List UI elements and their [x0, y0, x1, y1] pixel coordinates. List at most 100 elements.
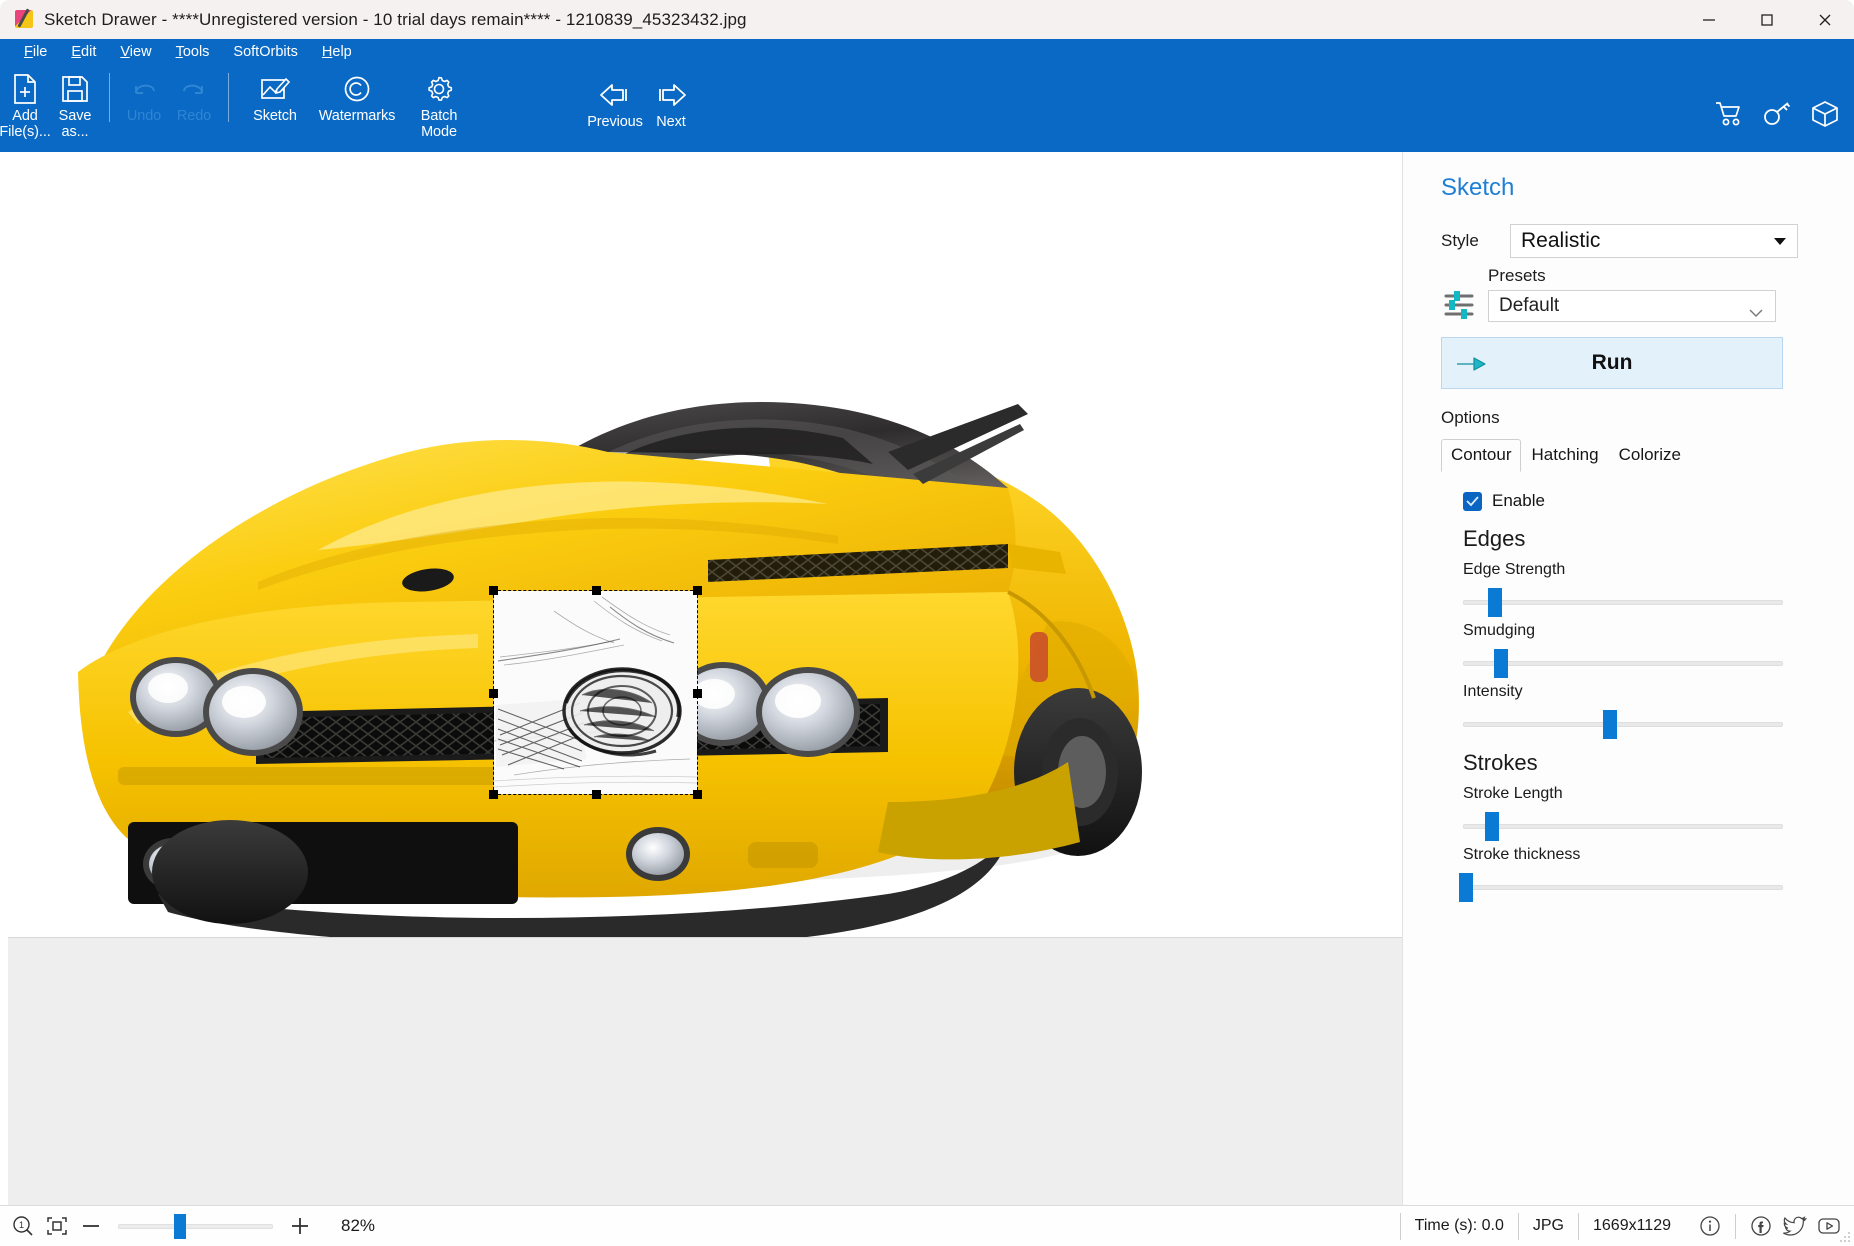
menu-view[interactable]: View [110, 42, 161, 62]
strokes-heading: Strokes [1463, 750, 1538, 775]
sliders-icon [1437, 266, 1483, 322]
app-logo-icon [14, 8, 35, 30]
slider-track [1463, 824, 1783, 829]
zoom-actual-size-icon[interactable]: 1 [8, 1211, 38, 1241]
image-canvas[interactable] [8, 152, 1402, 937]
ribbon-right-icons [1712, 97, 1842, 131]
intensity-label: Intensity [1463, 683, 1523, 700]
facebook-icon[interactable] [1746, 1211, 1776, 1241]
slider-thumb[interactable] [1459, 873, 1474, 902]
maximize-button[interactable] [1738, 0, 1796, 39]
info-icon[interactable] [1695, 1211, 1725, 1241]
minimize-button[interactable] [1680, 0, 1738, 39]
tab-hatching[interactable]: Hatching [1521, 439, 1608, 472]
menu-file[interactable]: File [14, 42, 57, 62]
save-as-button[interactable]: Save as... [50, 65, 100, 152]
tab-contour[interactable]: Contour [1441, 439, 1522, 472]
window-controls [1680, 0, 1854, 39]
key-icon[interactable] [1760, 97, 1794, 131]
presets-row: Presets Default [1403, 266, 1854, 322]
handle-ne[interactable] [693, 586, 702, 595]
time-status: Time (s): 0.0 [1399, 1212, 1518, 1240]
social-icons [1685, 1211, 1844, 1241]
menu-softorbits[interactable]: SoftOrbits [223, 42, 307, 62]
format-status: JPG [1517, 1212, 1578, 1240]
handle-sw[interactable] [489, 790, 498, 799]
chevron-down-icon [1749, 302, 1763, 324]
watermarks-button[interactable]: Watermarks [312, 65, 402, 152]
options-tabs: Contour Hatching Colorize [1441, 439, 1854, 472]
slider-thumb[interactable] [1488, 588, 1502, 617]
copyright-icon [343, 73, 371, 105]
menu-edit[interactable]: Edit [61, 42, 106, 62]
edge-strength-label: Edge Strength [1463, 561, 1566, 578]
menu-tools[interactable]: Tools [166, 42, 220, 62]
slider-track [1463, 661, 1783, 666]
sketch-button[interactable]: Sketch [238, 65, 312, 152]
handle-e[interactable] [693, 689, 702, 698]
selection-box[interactable] [489, 586, 702, 799]
tab-colorize[interactable]: Colorize [1609, 439, 1691, 472]
smudging-slider[interactable] [1463, 649, 1783, 678]
next-arrow-icon [654, 79, 688, 111]
close-button[interactable] [1796, 0, 1854, 39]
style-select[interactable]: Realistic [1510, 224, 1798, 258]
navigation-group: Previous Next [587, 71, 699, 131]
zoom-slider-thumb[interactable] [174, 1214, 186, 1239]
run-button[interactable]: Run [1441, 337, 1783, 389]
handle-w[interactable] [489, 689, 498, 698]
slider-thumb[interactable] [1494, 649, 1509, 678]
zoom-slider-track [118, 1224, 273, 1229]
ribbon: File Edit View Tools SoftOrbits Help Add… [0, 39, 1854, 152]
handle-se[interactable] [693, 790, 702, 799]
next-button[interactable]: Next [643, 71, 699, 131]
save-icon [61, 73, 89, 105]
presets-select[interactable]: Default [1488, 290, 1776, 322]
options-label: Options [1441, 408, 1500, 427]
handle-n[interactable] [592, 586, 601, 595]
title-bar: Sketch Drawer - ****Unregistered version… [0, 0, 1854, 39]
redo-icon [179, 73, 209, 105]
enable-checkbox[interactable] [1463, 491, 1482, 511]
enable-label: Enable [1492, 491, 1545, 510]
status-bar: 1 82% Time (s): 0.0 JPG 1669x1129 [0, 1205, 1854, 1246]
stroke-thickness-slider[interactable] [1459, 873, 1783, 902]
main-body: Sketch Style Realistic Presets Default R… [0, 152, 1854, 1205]
twitter-icon[interactable] [1780, 1211, 1810, 1241]
zoom-slider[interactable] [118, 1214, 273, 1239]
slider-thumb[interactable] [1484, 812, 1499, 841]
style-row: Style Realistic [1403, 224, 1854, 258]
next-label: Next [656, 114, 686, 130]
sketch-label: Sketch [253, 108, 297, 124]
edge-strength-slider[interactable] [1463, 588, 1783, 617]
handle-nw[interactable] [489, 586, 498, 595]
fit-to-window-icon[interactable] [42, 1211, 72, 1241]
run-label: Run [1591, 351, 1633, 374]
menu-help[interactable]: Help [312, 42, 362, 62]
previous-button[interactable]: Previous [587, 71, 643, 131]
save-as-label: Save as... [58, 108, 92, 140]
status-right: Time (s): 0.0 JPG 1669x1129 [1399, 1206, 1854, 1246]
resize-grip-icon[interactable] [1839, 1231, 1851, 1243]
batch-mode-button[interactable]: Batch Mode [402, 65, 476, 152]
add-file-icon [11, 73, 39, 105]
previous-arrow-icon [598, 79, 632, 111]
add-files-button[interactable]: Add File(s)... [0, 65, 51, 152]
stroke-length-slider[interactable] [1463, 812, 1783, 841]
zoom-out-button[interactable] [76, 1211, 106, 1241]
menu-bar: File Edit View Tools SoftOrbits Help [0, 39, 1854, 65]
zoom-in-button[interactable] [285, 1211, 315, 1241]
tab-colorize-label: Colorize [1618, 445, 1681, 464]
chevron-down-icon [1774, 238, 1786, 245]
box-icon[interactable] [1808, 97, 1842, 131]
intensity-slider[interactable] [1463, 710, 1783, 739]
slider-thumb[interactable] [1603, 710, 1618, 739]
sketch-pencil-icon [260, 73, 290, 105]
enable-row: Enable [1463, 491, 1854, 511]
canvas-empty-area [8, 937, 1402, 1205]
sketch-drawer-window: Sketch Drawer - ****Unregistered version… [0, 0, 1854, 1246]
zoom-percent: 82% [341, 1216, 376, 1235]
gear-icon [424, 73, 454, 105]
cart-icon[interactable] [1712, 97, 1746, 131]
handle-s[interactable] [592, 790, 601, 799]
